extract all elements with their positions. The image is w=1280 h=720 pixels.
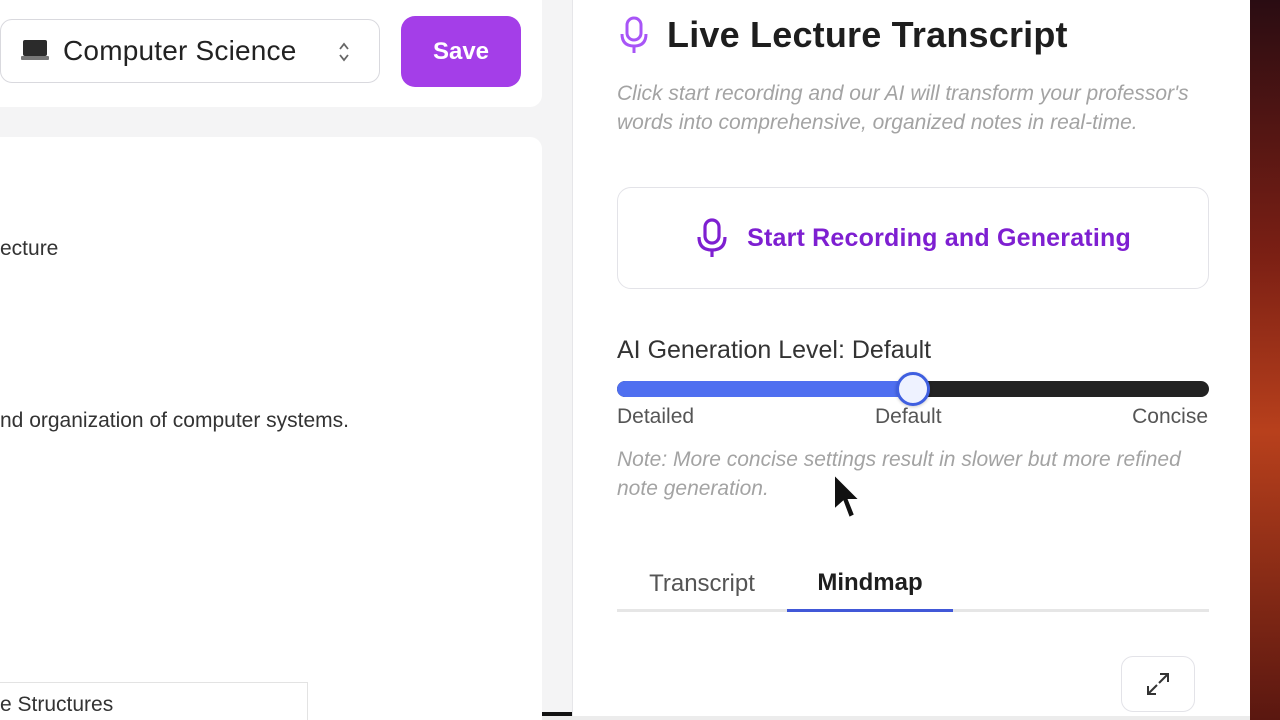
transcript-panel: Live Lecture Transcript Click start reco… bbox=[572, 0, 1250, 716]
tab-transcript[interactable]: Transcript bbox=[617, 556, 787, 612]
start-recording-button[interactable]: Start Recording and Generating bbox=[617, 187, 1209, 289]
slider-tick-detailed: Detailed bbox=[617, 405, 695, 428]
view-tabs: Transcript Mindmap bbox=[617, 556, 1209, 612]
save-button[interactable]: Save bbox=[401, 16, 521, 87]
desktop-wallpaper bbox=[1250, 0, 1280, 720]
microphone-icon bbox=[697, 218, 727, 257]
panel-description: Click start recording and our AI will tr… bbox=[617, 82, 1189, 134]
slider-tick-concise: Concise bbox=[1132, 405, 1208, 428]
notes-text-line: ecture bbox=[0, 237, 59, 260]
generation-level-slider[interactable] bbox=[617, 372, 1209, 406]
subject-select-value: Computer Science bbox=[63, 35, 297, 66]
expand-icon bbox=[1147, 673, 1169, 695]
slider-thumb[interactable] bbox=[896, 372, 930, 406]
slider-fill bbox=[617, 381, 913, 397]
notes-section-item[interactable]: e Structures bbox=[0, 682, 308, 720]
chevron-up-down-icon bbox=[337, 40, 351, 64]
panel-title: Live Lecture Transcript bbox=[667, 14, 1068, 55]
laptop-icon bbox=[21, 40, 49, 62]
slider-tick-default: Default bbox=[875, 405, 942, 428]
tab-mindmap[interactable]: Mindmap bbox=[787, 556, 953, 612]
expand-button[interactable] bbox=[1121, 656, 1195, 712]
subject-select[interactable]: Computer Science bbox=[0, 19, 380, 83]
mouse-cursor-icon bbox=[833, 472, 862, 520]
notes-text-line: nd organization of computer systems. bbox=[0, 409, 350, 432]
panel-header: Live Lecture Transcript bbox=[617, 14, 1068, 56]
notes-content-panel: ecture nd organization of computer syste… bbox=[0, 137, 542, 720]
generation-level-label: AI Generation Level: Default bbox=[617, 336, 932, 364]
microphone-icon bbox=[620, 16, 648, 53]
start-recording-label: Start Recording and Generating bbox=[747, 223, 1131, 252]
app-window: Computer Science Save ecture nd organiza… bbox=[0, 0, 1250, 720]
left-toolbar: Computer Science Save bbox=[0, 0, 542, 107]
generation-note: Note: More concise settings result in sl… bbox=[617, 448, 1181, 500]
